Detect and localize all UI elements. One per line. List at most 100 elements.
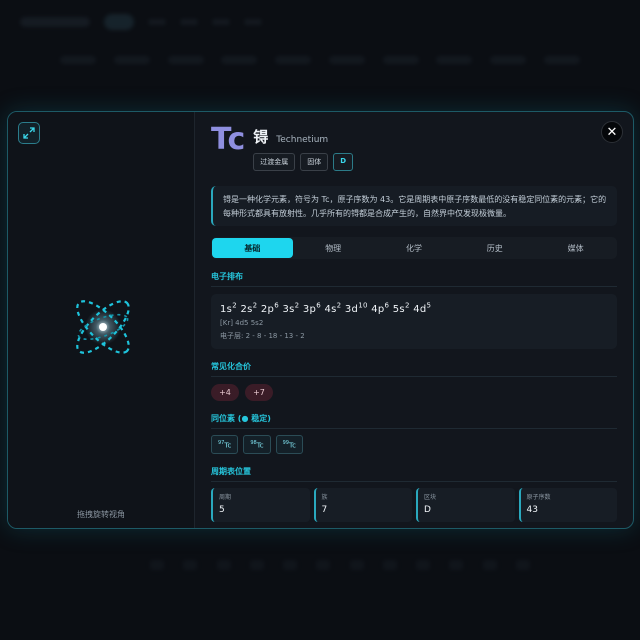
oxidation-state-chip: +4	[211, 384, 239, 401]
isotope-list: 97Tc 98Tc 99Tc	[211, 435, 617, 455]
element-header: Tc 锝 Technetium 过渡金属 固体 D	[211, 124, 617, 171]
tab-physical[interactable]: 物理	[293, 238, 374, 258]
orbital-count: 6	[316, 302, 321, 310]
background-nav-item	[490, 56, 527, 64]
background-nav-item	[328, 56, 365, 64]
background-nav-item	[167, 56, 204, 64]
orbital-name: 5s	[392, 304, 405, 316]
orbital-term: 4s2	[324, 302, 342, 316]
details-pane: ✕ Tc 锝 Technetium 过渡金属 固体 D 锝是一种化学元素，符号为…	[195, 112, 633, 528]
orbital-count: 10	[358, 302, 368, 310]
orbital-count: 6	[384, 302, 390, 310]
oxidation-state-chip: +7	[245, 384, 273, 401]
orbital-term: 1s2	[220, 302, 237, 316]
element-tags: 过渡金属 固体 D	[253, 153, 354, 171]
orbital-term: 3s2	[282, 302, 300, 316]
background-cell	[216, 560, 231, 570]
isotope-symbol: Tc	[224, 441, 232, 450]
background-dot	[212, 19, 230, 25]
background-cell	[283, 560, 298, 570]
background-dot	[244, 19, 262, 25]
background-cell	[183, 560, 198, 570]
orbital-term: 3d10	[345, 302, 368, 315]
orbital-count: 2	[294, 302, 300, 310]
category-tag: 过渡金属	[253, 153, 296, 171]
position-value: 7	[321, 505, 328, 516]
background-nav-item	[275, 56, 312, 64]
background-nav-item	[60, 56, 96, 64]
electron-shells: 电子层: 2 - 8 - 18 - 13 - 2	[220, 332, 305, 341]
position-value: D	[424, 505, 431, 516]
orbital-name: 2s	[240, 304, 253, 316]
element-symbol: Tc	[211, 122, 246, 157]
orbital-count: 2	[336, 302, 342, 310]
expand-icon	[23, 127, 35, 139]
atom-viewer[interactable]: 拖拽旋转视角	[8, 112, 195, 528]
isotopes-legend-text: 稳定	[251, 414, 268, 423]
detail-tabs: 基础 物理 化学 历史 媒体	[211, 237, 617, 259]
orbital-name: 4d	[413, 304, 427, 316]
orbital-term: 4d5	[413, 302, 432, 316]
background-nav-item	[221, 56, 258, 64]
tab-chemical[interactable]: 化学	[374, 238, 455, 258]
orbital-count: 2	[252, 302, 258, 310]
background-cell	[249, 560, 264, 570]
element-name-row: 锝 Technetium	[253, 126, 353, 147]
background-cell	[316, 560, 331, 570]
position-label: 周期	[219, 494, 232, 502]
isotope-symbol: Tc	[256, 441, 264, 450]
position-value: 43	[526, 505, 538, 516]
orbital-name: 2p	[260, 304, 275, 316]
background-pill	[104, 14, 134, 30]
orbital-name: 3p	[302, 304, 317, 316]
background-nav-item	[436, 56, 473, 64]
position-label: 族	[321, 494, 328, 502]
orbital-count: 2	[404, 302, 410, 310]
background-cell	[482, 560, 497, 570]
background-cell	[382, 560, 397, 570]
background-logo	[20, 17, 90, 27]
oxidation-title: 常见化合价	[211, 361, 617, 377]
position-card-block: 区块 D	[416, 488, 515, 523]
isotopes-title: 同位素 (● 稳定)	[211, 413, 617, 429]
element-cn-name: 锝	[253, 128, 269, 146]
tab-history[interactable]: 历史	[454, 238, 535, 258]
position-label: 区块	[424, 494, 437, 502]
background-nav-item	[113, 56, 150, 64]
element-description: 锝是一种化学元素，符号为 Tc，原子序数为 43。它是周期表中原子序数最低的没有…	[211, 186, 617, 226]
position-label: 原子序数	[526, 494, 551, 502]
orbital-name: 3s	[282, 304, 295, 316]
orbital-term: 3p6	[302, 302, 321, 316]
background-dot	[180, 19, 198, 25]
isotope-chip[interactable]: 98Tc	[243, 435, 271, 455]
tab-basic[interactable]: 基础	[212, 238, 293, 258]
oxidation-states: +4 +7	[211, 384, 617, 401]
block-tag: D	[333, 153, 354, 171]
position-grid: 周期 5 族 7 区块 D 原子序数 43	[211, 488, 617, 523]
rotate-hint: 拖拽旋转视角	[77, 510, 125, 519]
orbital-name: 4s	[324, 304, 337, 316]
background-nav-item	[382, 56, 419, 64]
close-button[interactable]: ✕	[601, 121, 623, 143]
orbital-count: 5	[426, 302, 432, 310]
position-card-atomic-number: 原子序数 43	[518, 488, 617, 523]
orbital-count: 2	[232, 302, 237, 310]
background-nav	[60, 56, 580, 64]
orbital-term: 4p6	[371, 302, 390, 316]
background-cell	[515, 560, 530, 570]
element-names: 锝 Technetium 过渡金属 固体 D	[253, 124, 354, 171]
expand-button[interactable]	[18, 122, 40, 144]
tab-media[interactable]: 媒体	[535, 238, 616, 258]
isotope-chip[interactable]: 97Tc	[211, 435, 239, 455]
stable-dot-icon: ●	[241, 414, 249, 423]
electron-config-full: 1s2 2s2 2p6 3s2 3p6 4s2 3d10 4p6 5s2 4d5	[220, 302, 608, 315]
electron-config-title: 电子排布	[211, 271, 617, 287]
isotope-chip[interactable]: 99Tc	[275, 435, 303, 455]
background-bottom-row	[150, 560, 530, 570]
orbital-name: 1s	[220, 304, 233, 316]
position-card-group: 族 7	[313, 488, 412, 523]
orbital-term: 5s2	[392, 302, 410, 316]
orbital-name: 4p	[371, 304, 385, 316]
background-dot	[148, 19, 166, 25]
orbital-term: 2p6	[260, 302, 279, 316]
